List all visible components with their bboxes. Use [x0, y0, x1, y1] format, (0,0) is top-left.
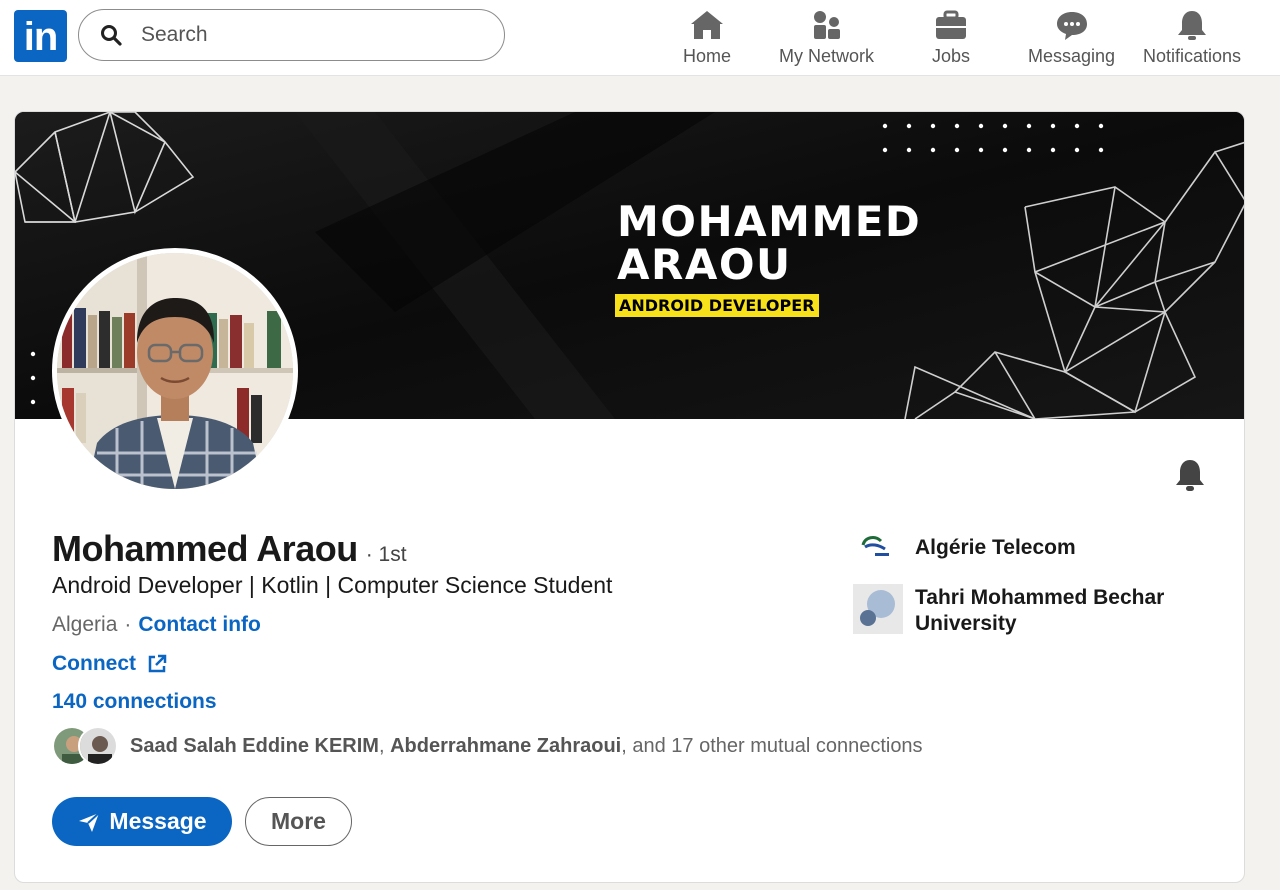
mutual-connections[interactable]: Saad Salah Eddine KERIM, Abderrahmane Za… [52, 726, 923, 766]
nav-messaging-label: Messaging [1028, 46, 1116, 66]
home-icon [691, 11, 723, 39]
connection-degree-badge: · 1st [365, 543, 407, 566]
linkedin-logo[interactable]: in [14, 10, 67, 62]
location-row: Algeria · Contact info [52, 613, 261, 637]
follow-bell-icon[interactable] [1171, 456, 1209, 494]
nav-jobs[interactable]: Jobs [932, 0, 970, 76]
connect-link[interactable]: Connect [52, 652, 168, 676]
mutual-rest: , and 17 other mutual connections [621, 734, 923, 757]
location-separator: · [124, 613, 132, 636]
profile-photo[interactable] [52, 248, 298, 494]
message-button-label: Message [109, 808, 207, 834]
mutual-avatar [78, 726, 118, 766]
profile-card: MOHAMMED ARAOU ANDROID DEVELOPER Mohamme… [14, 111, 1245, 883]
company-name: Algérie Telecom [915, 536, 1076, 559]
university-logo [853, 584, 903, 634]
more-button[interactable]: More [245, 797, 352, 846]
message-button[interactable]: Message [52, 797, 232, 846]
mutual-name-2: Abderrahmane Zahraoui [390, 734, 622, 757]
network-icon [813, 11, 840, 39]
profile-name-row: Mohammed Araou · 1st [52, 528, 407, 570]
banner-name-line1: MOHAMMED [617, 197, 922, 246]
profile-location: Algeria [52, 613, 118, 636]
bell-icon [1178, 11, 1207, 40]
nav-notifications[interactable]: Notifications [1143, 0, 1241, 76]
search-bar[interactable] [78, 9, 505, 61]
connections-count-link[interactable]: 140 connections [52, 690, 217, 714]
nav-jobs-label: Jobs [932, 46, 971, 66]
search-input[interactable] [141, 23, 471, 47]
profile-name: Mohammed Araou [52, 528, 358, 569]
nav-my-network-label: My Network [779, 46, 875, 66]
external-link-icon [148, 654, 167, 673]
chat-icon [1056, 12, 1087, 40]
org-education[interactable]: Tahri Mohammed Bechar University [853, 584, 1205, 637]
contact-info-link[interactable]: Contact info [138, 613, 260, 637]
mutual-name-1: Saad Salah Eddine KERIM [130, 734, 379, 757]
company-logo [853, 523, 903, 573]
more-button-label: More [271, 808, 326, 834]
nav-messaging[interactable]: Messaging [1028, 0, 1115, 76]
nav-notifications-label: Notifications [1143, 46, 1242, 66]
nav-my-network[interactable]: My Network [779, 0, 874, 76]
top-nav-bar: in Home My Network Jobs [0, 0, 1280, 76]
university-name: Tahri Mohammed Bechar University [915, 586, 1165, 635]
org-current-company[interactable]: Algérie Telecom [853, 523, 1205, 573]
connect-link-label: Connect [52, 652, 136, 675]
profile-photo-image [57, 253, 293, 489]
mutual-connections-text: Saad Salah Eddine KERIM, Abderrahmane Za… [130, 734, 923, 757]
nav-home[interactable]: Home [683, 0, 731, 76]
banner-tagline: ANDROID DEVELOPER [615, 294, 819, 317]
search-icon [101, 25, 122, 46]
banner-name: MOHAMMED ARAOU [617, 200, 921, 286]
nav-home-label: Home [683, 46, 732, 66]
send-icon [79, 811, 101, 832]
profile-headline: Android Developer | Kotlin | Computer Sc… [52, 572, 613, 598]
banner-name-line2: ARAOU [617, 240, 792, 289]
briefcase-icon [936, 10, 967, 39]
